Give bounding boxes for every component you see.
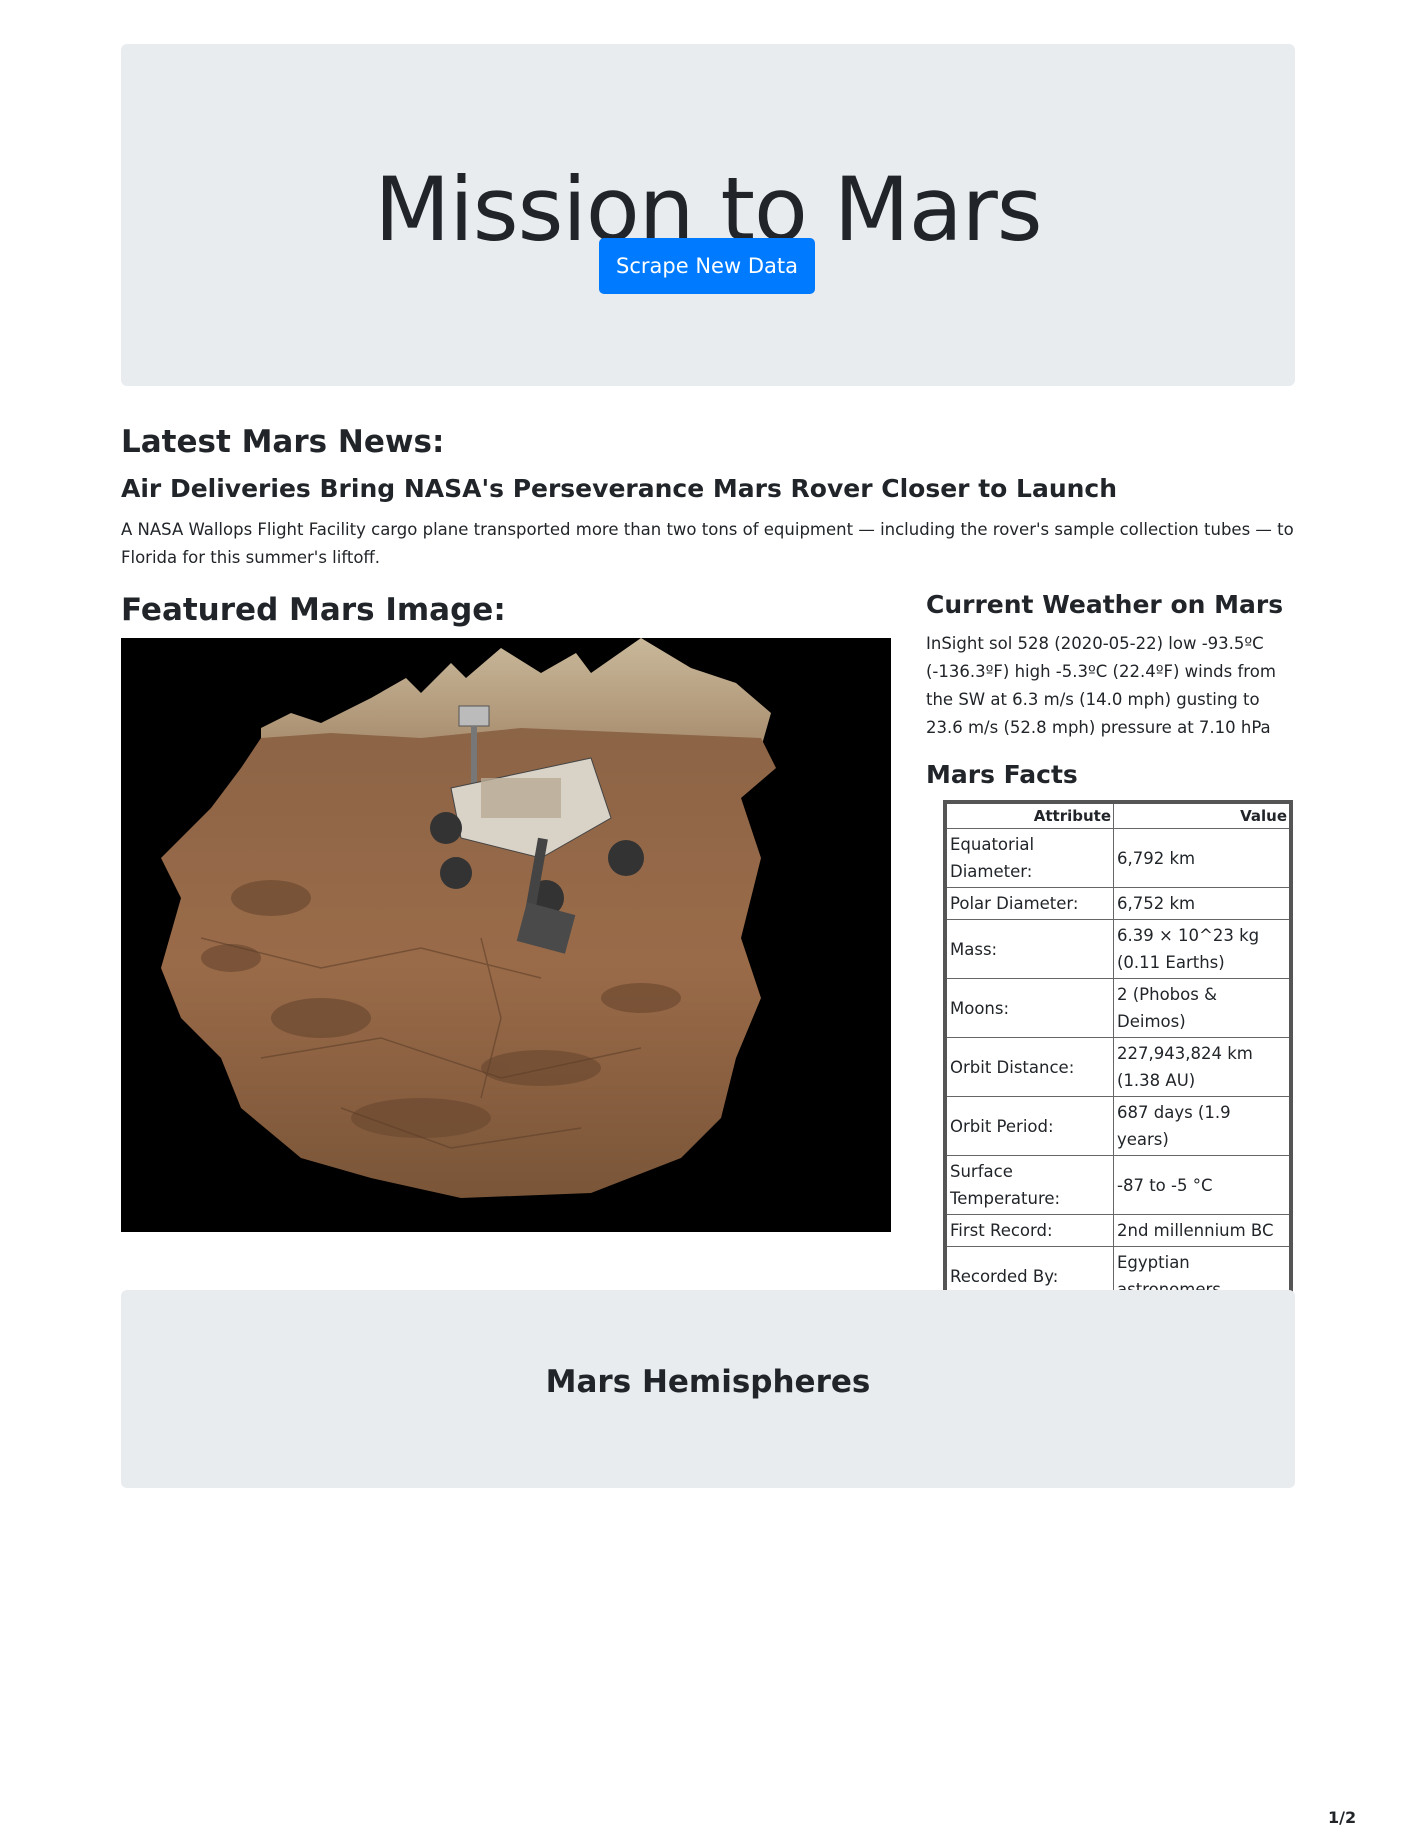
table-cell-attribute: Orbit Period:: [944, 1096, 1114, 1156]
table-cell-attribute: Mass:: [944, 919, 1114, 979]
table-row: First Record: 2nd millennium BC: [944, 1214, 1292, 1247]
table-cell-value: -87 to -5 °C: [1113, 1155, 1292, 1215]
table-row: Polar Diameter: 6,752 km: [944, 887, 1292, 920]
table-row: Moons: 2 (Phobos & Deimos): [944, 978, 1292, 1038]
page-number: 1/2: [1328, 1808, 1357, 1827]
table-cell-attribute: Orbit Distance:: [944, 1037, 1114, 1097]
rover-selfie-illustration: [121, 638, 891, 1232]
featured-image-heading: Featured Mars Image:: [121, 592, 506, 628]
hemispheres-section: Mars Hemispheres: [121, 1290, 1295, 1488]
table-cell-value: 2 (Phobos & Deimos): [1113, 978, 1292, 1038]
table-cell-value: 687 days (1.9 years): [1113, 1096, 1292, 1156]
mars-facts-heading: Mars Facts: [926, 760, 1078, 789]
news-paragraph: A NASA Wallops Flight Facility cargo pla…: [121, 520, 1294, 567]
table-row: Orbit Period: 687 days (1.9 years): [944, 1096, 1292, 1156]
header-jumbotron: Mission to Mars Scrape New Data: [121, 44, 1295, 386]
latest-news-heading: Latest Mars News:: [121, 424, 445, 460]
weather-heading: Current Weather on Mars: [926, 590, 1284, 619]
table-header-row: Attribute Value: [944, 801, 1292, 829]
table-cell-value: 2nd millennium BC: [1113, 1214, 1292, 1247]
table-cell-value: 6,792 km: [1113, 828, 1292, 888]
table-row: Surface Temperature: -87 to -5 °C: [944, 1155, 1292, 1215]
mars-facts-table: Attribute Value Equatorial Diameter: 6,7…: [943, 800, 1293, 1309]
scrape-new-data-button[interactable]: Scrape New Data: [599, 238, 815, 294]
hemispheres-heading: Mars Hemispheres: [545, 1364, 871, 1400]
table-cell-attribute: Equatorial Diameter:: [944, 828, 1114, 888]
column-header-value: Value: [1113, 801, 1292, 829]
featured-mars-image: [121, 638, 891, 1232]
table-cell-attribute: Moons:: [944, 978, 1114, 1038]
table-cell-attribute: First Record:: [944, 1214, 1114, 1247]
news-headline: Air Deliveries Bring NASA's Perseverance…: [121, 474, 1118, 503]
weather-text: InSight sol 528 (2020-05-22) low -93.5ºC…: [926, 634, 1276, 737]
table-row: Mass: 6.39 × 10^23 kg (0.11 Earths): [944, 919, 1292, 979]
table-cell-attribute: Polar Diameter:: [944, 887, 1114, 920]
table-cell-value: 6.39 × 10^23 kg (0.11 Earths): [1113, 919, 1292, 979]
column-header-attribute: Attribute: [944, 801, 1114, 829]
table-row: Orbit Distance: 227,943,824 km (1.38 AU): [944, 1037, 1292, 1097]
table-cell-value: 227,943,824 km (1.38 AU): [1113, 1037, 1292, 1097]
table-row: Equatorial Diameter: 6,792 km: [944, 828, 1292, 888]
table-cell-value: 6,752 km: [1113, 887, 1292, 920]
table-cell-attribute: Surface Temperature:: [944, 1155, 1114, 1215]
